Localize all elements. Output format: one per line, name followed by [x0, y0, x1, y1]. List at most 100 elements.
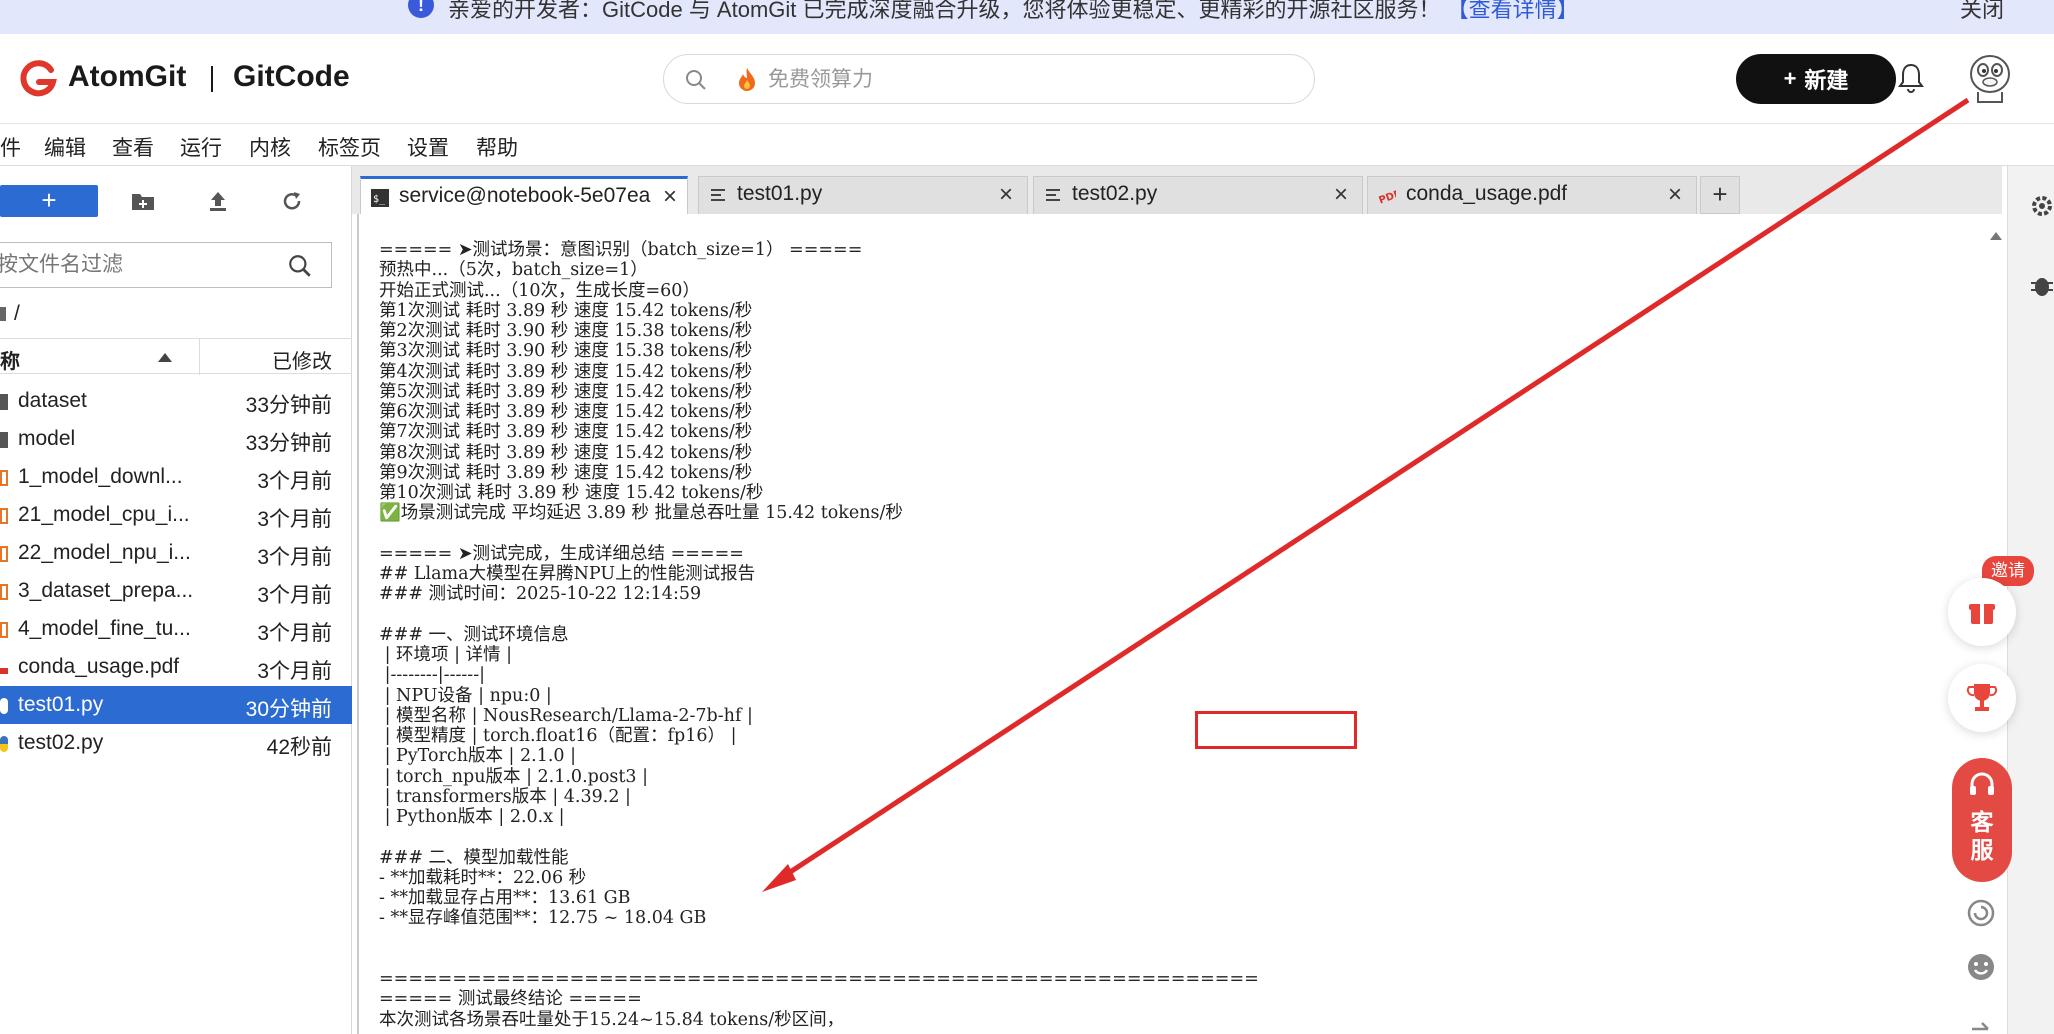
terminal-output[interactable]: ===== ➤测试场景：意图识别（batch_size=1） ===== 预热中.… — [357, 214, 2007, 1034]
new-button[interactable]: + 新建 — [1736, 54, 1896, 104]
terminal-line: - **加载显存占用**：13.61 GB — [379, 888, 631, 908]
file-row[interactable]: model 33分钟前 — [0, 420, 352, 458]
banner-details-link[interactable]: 【查看详情】 — [1447, 0, 1579, 22]
menu-view[interactable]: 查看 — [112, 132, 154, 162]
breadcrumb[interactable]: / — [0, 302, 20, 326]
menu-run[interactable]: 运行 — [180, 132, 222, 162]
file-browser: + / 称 已修改 dataset 33分钟前 model 33分钟前 — [0, 166, 352, 1034]
file-name: model — [18, 427, 76, 450]
file-row[interactable]: 3_dataset_prepa... 3个月前 — [0, 572, 352, 610]
close-icon[interactable]: × — [1668, 181, 1682, 209]
file-modified: 3个月前 — [257, 660, 332, 683]
search-icon — [289, 255, 311, 277]
python-file-icon — [0, 736, 8, 752]
file-modified: 3个月前 — [257, 622, 332, 645]
menu-file[interactable]: 件 — [0, 132, 21, 162]
file-row[interactable]: dataset 33分钟前 — [0, 382, 352, 420]
file-row[interactable]: test02.py 42秒前 — [0, 724, 352, 762]
search-icon — [686, 70, 706, 90]
file-row-selected[interactable]: test01.py 30分钟前 — [0, 686, 352, 724]
tab-terminal[interactable]: $_ service@notebook-5e07ea × — [360, 176, 688, 214]
search-input[interactable] — [768, 65, 1288, 95]
scroll-up-arrow-icon[interactable] — [1990, 232, 2002, 240]
debugger-icon[interactable] — [2028, 272, 2054, 300]
terminal-line: ### 二、模型加载性能 — [379, 847, 569, 868]
emoji-icon[interactable] — [1966, 952, 1996, 982]
terminal-line: - **显存峰值范围**：12.75 ~ 18.04 GB — [379, 908, 707, 929]
bell-icon[interactable] — [1897, 62, 1925, 94]
file-row[interactable]: 4_model_fine_tu... 3个月前 — [0, 610, 352, 648]
breadcrumb-root[interactable]: / — [14, 302, 20, 325]
tab-conda-pdf[interactable]: PDF conda_usage.pdf × — [1367, 176, 1697, 214]
column-divider[interactable] — [199, 339, 200, 375]
arrow-right-icon[interactable] — [1966, 1014, 1996, 1034]
menu-settings[interactable]: 设置 — [407, 132, 449, 162]
new-folder-icon[interactable] — [130, 189, 156, 213]
file-row[interactable]: 1_model_downl... 3个月前 — [0, 458, 352, 496]
file-text-icon — [1046, 189, 1060, 201]
file-name: 22_model_npu_i... — [18, 541, 191, 564]
tab-test01[interactable]: test01.py × — [698, 176, 1028, 214]
menu-kernel[interactable]: 内核 — [249, 132, 291, 162]
terminal-line: 本次测试各场景吞吐量处于15.24~15.84 tokens/秒区间， — [379, 1009, 845, 1030]
close-icon[interactable]: × — [999, 181, 1013, 209]
folder-icon — [0, 394, 8, 410]
swirl-icon[interactable] — [1966, 898, 1996, 928]
upload-icon[interactable] — [205, 189, 231, 213]
gift-widget[interactable] — [1948, 578, 2016, 646]
new-launcher-button[interactable]: + — [0, 185, 98, 217]
brand-atomgit[interactable]: AtomGit — [68, 60, 186, 94]
tab-test02[interactable]: test02.py × — [1033, 176, 1363, 214]
menu-edit[interactable]: 编辑 — [44, 132, 86, 162]
file-modified: 3个月前 — [257, 470, 332, 493]
terminal-line: ===== ➤测试场景：意图识别（batch_size=1） ===== — [379, 240, 863, 260]
folder-icon — [0, 432, 8, 448]
column-name-header[interactable]: 称 — [0, 345, 20, 374]
site-header: AtomGit GitCode + 新建 — [0, 34, 2054, 124]
menu-help[interactable]: 帮助 — [476, 132, 518, 162]
file-name: test01.py — [18, 693, 104, 716]
info-icon: ! — [408, 0, 434, 18]
file-name: conda_usage.pdf — [18, 655, 180, 678]
file-name: test02.py — [18, 731, 104, 754]
close-icon[interactable]: × — [1334, 181, 1348, 209]
file-name: dataset — [18, 389, 87, 412]
brand-gitcode[interactable]: GitCode — [233, 60, 350, 94]
file-filter-box[interactable] — [0, 242, 332, 288]
trophy-widget[interactable] — [1948, 664, 2016, 732]
file-row[interactable]: 22_model_npu_i... 3个月前 — [0, 534, 352, 572]
terminal-line: - **加载耗时**：22.06 秒 — [379, 867, 587, 888]
customer-service-button[interactable]: 客 服 — [1952, 758, 2012, 882]
terminal-line: 第6次测试 耗时 3.89 秒 速度 15.42 tokens/秒 — [379, 402, 753, 422]
file-row[interactable]: conda_usage.pdf 3个月前 — [0, 648, 352, 686]
notebook-icon — [0, 584, 8, 600]
search-box[interactable] — [663, 54, 1315, 104]
pdf-icon: PDF — [1378, 189, 1396, 205]
banner-close-button[interactable]: 关闭 — [1960, 0, 2004, 24]
fire-icon — [739, 68, 755, 91]
notebook-icon — [0, 622, 8, 638]
tab-label: conda_usage.pdf — [1406, 182, 1568, 205]
gear-icon[interactable] — [2028, 192, 2054, 220]
column-modified-header[interactable]: 已修改 — [272, 345, 332, 374]
new-button-label: 新建 — [1804, 68, 1849, 93]
file-filter-input[interactable] — [0, 251, 277, 279]
file-row[interactable]: 21_model_cpu_i... 3个月前 — [0, 496, 352, 534]
file-modified: 33分钟前 — [245, 394, 332, 417]
close-icon[interactable]: × — [663, 183, 677, 211]
menu-tabs[interactable]: 标签页 — [318, 132, 381, 162]
plus-icon: + — [1783, 66, 1797, 91]
terminal-line: | PyTorch版本 | 2.1.0 | — [379, 746, 576, 767]
user-avatar[interactable] — [1966, 52, 2014, 104]
menu-bar: 件 编辑 查看 运行 内核 标签页 设置 帮助 — [0, 124, 2054, 166]
atomgit-logo-icon[interactable] — [18, 58, 58, 98]
sort-ascending-icon[interactable] — [158, 353, 172, 362]
svg-text:$_: $_ — [373, 194, 386, 205]
tab-label: test02.py — [1072, 182, 1158, 205]
banner-message: 亲爱的开发者：GitCode 与 AtomGit 已完成深度融合升级，您将体验更… — [448, 0, 1579, 24]
add-tab-button[interactable]: + — [1700, 176, 1740, 214]
refresh-icon[interactable] — [279, 189, 305, 213]
banner-text: 亲爱的开发者：GitCode 与 AtomGit 已完成深度融合升级，您将体验更… — [448, 0, 1441, 22]
file-modified: 3个月前 — [257, 546, 332, 569]
terminal-line: ### 测试时间：2025-10-22 12:14:59 — [379, 584, 702, 605]
